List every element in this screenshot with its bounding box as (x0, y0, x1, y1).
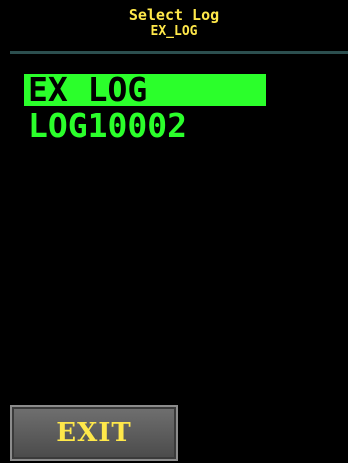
log-item-ex-log[interactable]: EX LOG (24, 73, 266, 106)
header-divider (10, 51, 348, 54)
log-list[interactable]: EX LOG LOG10002 (0, 72, 348, 392)
exit-button[interactable]: EXIT (10, 405, 178, 461)
exit-button-label: EXIT (56, 418, 132, 448)
header: Select Log EX_LOG (0, 0, 348, 50)
page-title: Select Log (128, 6, 220, 24)
current-log-label: EX_LOG (150, 24, 198, 39)
log-item-label: EX LOG (28, 70, 148, 109)
log-item-log10002[interactable]: LOG10002 (24, 109, 266, 142)
log-item-label: LOG10002 (28, 106, 187, 145)
